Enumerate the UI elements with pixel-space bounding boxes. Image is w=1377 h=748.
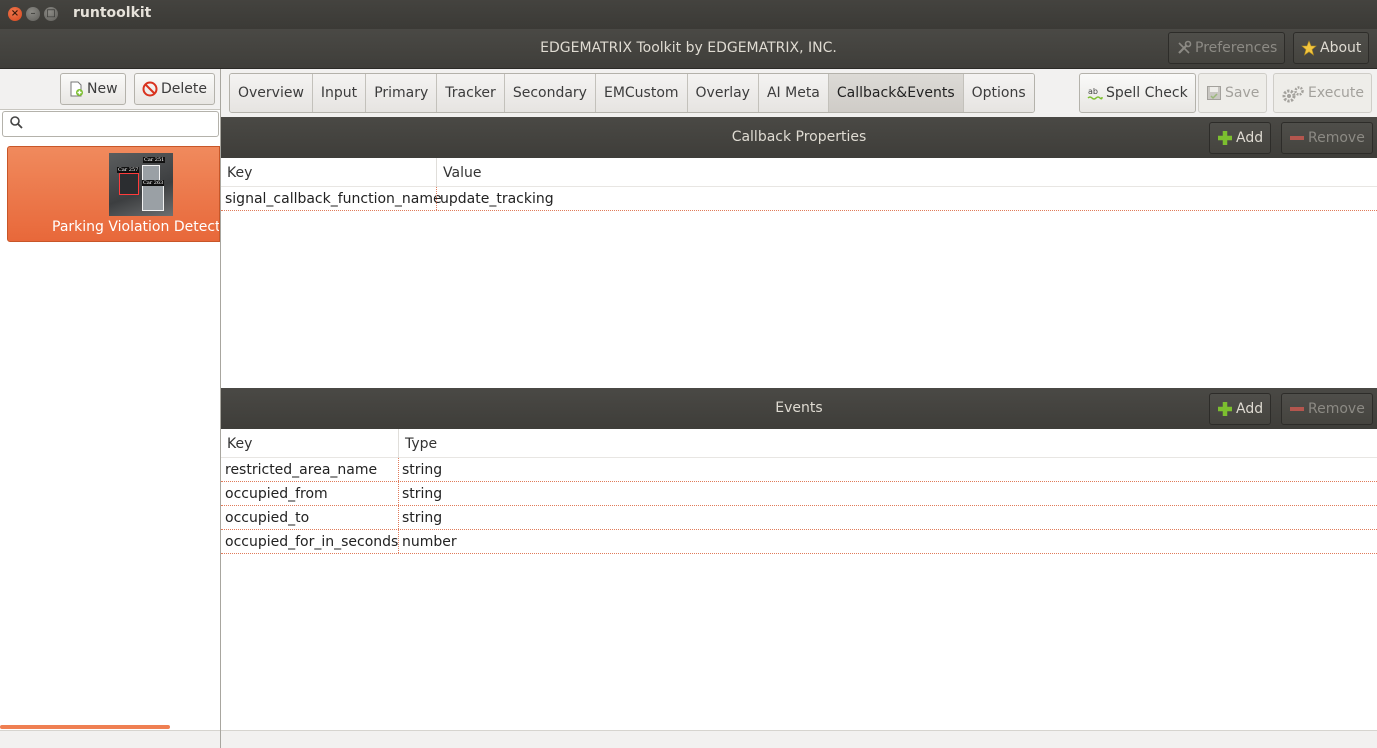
tools-icon: [1176, 40, 1192, 56]
table-row[interactable]: occupied_for_in_seconds number: [221, 530, 1377, 554]
events-add-button[interactable]: Add: [1209, 393, 1272, 425]
tab-ai-meta[interactable]: AI Meta: [758, 74, 829, 112]
preferences-button[interactable]: Preferences: [1168, 32, 1286, 64]
project-thumbnail: Car 257 Car 251 Car 263: [109, 153, 173, 216]
table-header: Key Value: [221, 158, 1377, 187]
column-header-value[interactable]: Value: [437, 158, 481, 187]
table-row[interactable]: occupied_from string: [221, 482, 1377, 506]
thumbnail-label: Car 257: [117, 167, 140, 173]
app-title: runtoolkit: [73, 5, 152, 21]
row-type[interactable]: string: [398, 482, 442, 505]
maximize-window-icon[interactable]: □: [44, 7, 58, 21]
tab-primary[interactable]: Primary: [366, 74, 438, 112]
save-icon: [1206, 85, 1222, 101]
tabs-toolbar: Overview Input Primary Tracker Secondary…: [221, 69, 1377, 117]
tab-secondary[interactable]: Secondary: [504, 74, 596, 112]
tab-callback-events[interactable]: Callback&Events: [828, 74, 964, 112]
project-item-parking-violation-detector[interactable]: Car 257 Car 251 Car 263 Parking Violatio…: [7, 146, 220, 242]
table-row[interactable]: restricted_area_name string: [221, 458, 1377, 482]
spell-check-icon: ab: [1087, 85, 1103, 101]
spell-check-button[interactable]: ab Spell Check: [1079, 73, 1196, 113]
tab-input[interactable]: Input: [312, 74, 367, 112]
tab-emcustom[interactable]: EMCustom: [595, 74, 688, 112]
events-header: Events Add Remove: [221, 388, 1377, 430]
main-footer: [221, 730, 1377, 748]
callback-properties-title: Callback Properties: [731, 129, 867, 145]
star-icon: [1301, 40, 1317, 56]
row-key[interactable]: restricted_area_name: [221, 458, 377, 481]
row-key[interactable]: signal_callback_function_name: [221, 187, 442, 210]
row-value[interactable]: update_tracking: [436, 187, 554, 210]
events-title: Events: [775, 400, 823, 416]
spell-check-label: Spell Check: [1106, 85, 1188, 101]
tab-options[interactable]: Options: [963, 74, 1034, 112]
save-button[interactable]: Save: [1198, 73, 1268, 113]
callback-add-label: Add: [1236, 130, 1264, 146]
row-type[interactable]: string: [398, 458, 442, 481]
row-key[interactable]: occupied_for_in_seconds: [221, 530, 398, 553]
plus-icon: [1217, 401, 1233, 417]
new-button[interactable]: New: [60, 73, 126, 105]
window-titlebar: × – □ runtoolkit: [0, 0, 1377, 29]
project-search: [2, 111, 219, 137]
main-panel: Overview Input Primary Tracker Secondary…: [221, 69, 1377, 748]
table-header: Key Type: [221, 429, 1377, 458]
callback-remove-button[interactable]: Remove: [1281, 122, 1373, 154]
new-file-icon: [68, 81, 84, 97]
about-button[interactable]: About: [1293, 32, 1370, 64]
close-window-icon[interactable]: ×: [8, 7, 22, 21]
callback-remove-label: Remove: [1308, 130, 1365, 146]
thumbnail-car-box: [142, 185, 164, 211]
events-remove-label: Remove: [1308, 401, 1365, 417]
preferences-label: Preferences: [1195, 40, 1278, 56]
sidebar-footer: [0, 730, 220, 748]
events-add-label: Add: [1236, 401, 1264, 417]
row-key[interactable]: occupied_to: [221, 506, 309, 529]
project-name: Parking Violation Detector: [52, 219, 220, 235]
column-header-type[interactable]: Type: [399, 429, 437, 458]
table-row[interactable]: signal_callback_function_name update_tra…: [221, 187, 1377, 211]
minimize-window-icon[interactable]: –: [26, 7, 40, 21]
execute-button[interactable]: Execute: [1273, 73, 1372, 113]
row-type[interactable]: string: [398, 506, 442, 529]
callback-add-button[interactable]: Add: [1209, 122, 1272, 154]
delete-button[interactable]: Delete: [134, 73, 215, 105]
thumbnail-label: Car 251: [143, 157, 166, 163]
search-icon: [10, 116, 23, 129]
column-header-key[interactable]: Key: [221, 429, 252, 458]
plus-icon: [1217, 130, 1233, 146]
tab-strip: Overview Input Primary Tracker Secondary…: [229, 73, 1035, 113]
thumbnail-label: Car 263: [142, 180, 165, 186]
no-entry-icon: [142, 81, 158, 97]
row-type[interactable]: number: [398, 530, 457, 553]
window-controls: × – □: [8, 7, 58, 21]
events-table: Key Type restricted_area_name string occ…: [221, 429, 1377, 730]
tab-overlay[interactable]: Overlay: [687, 74, 759, 112]
minus-icon: [1289, 130, 1305, 146]
sidebar-toolbar: New Delete: [0, 69, 220, 110]
sidebar-scrollbar[interactable]: [0, 725, 170, 729]
new-label: New: [87, 81, 118, 97]
callback-properties-table: Key Value signal_callback_function_name …: [221, 158, 1377, 388]
svg-text:ab: ab: [1088, 87, 1098, 96]
gears-icon: [1281, 85, 1305, 103]
events-remove-button[interactable]: Remove: [1281, 393, 1373, 425]
thumbnail-car-box: [119, 173, 139, 195]
tab-tracker[interactable]: Tracker: [437, 74, 505, 112]
table-row[interactable]: occupied_to string: [221, 506, 1377, 530]
save-label: Save: [1225, 85, 1260, 101]
about-label: About: [1320, 40, 1362, 56]
search-input[interactable]: [27, 114, 215, 134]
minus-icon: [1289, 401, 1305, 417]
callback-properties-header: Callback Properties Add Remove: [221, 117, 1377, 159]
delete-label: Delete: [161, 81, 207, 97]
row-key[interactable]: occupied_from: [221, 482, 328, 505]
tab-overview[interactable]: Overview: [230, 74, 313, 112]
column-header-key[interactable]: Key: [221, 158, 252, 187]
header-bar: EDGEMATRIX Toolkit by EDGEMATRIX, INC. P…: [0, 29, 1377, 69]
execute-label: Execute: [1308, 85, 1364, 101]
sidebar: New Delete Car 257 Car 251 Car 263 Parki…: [0, 69, 221, 748]
